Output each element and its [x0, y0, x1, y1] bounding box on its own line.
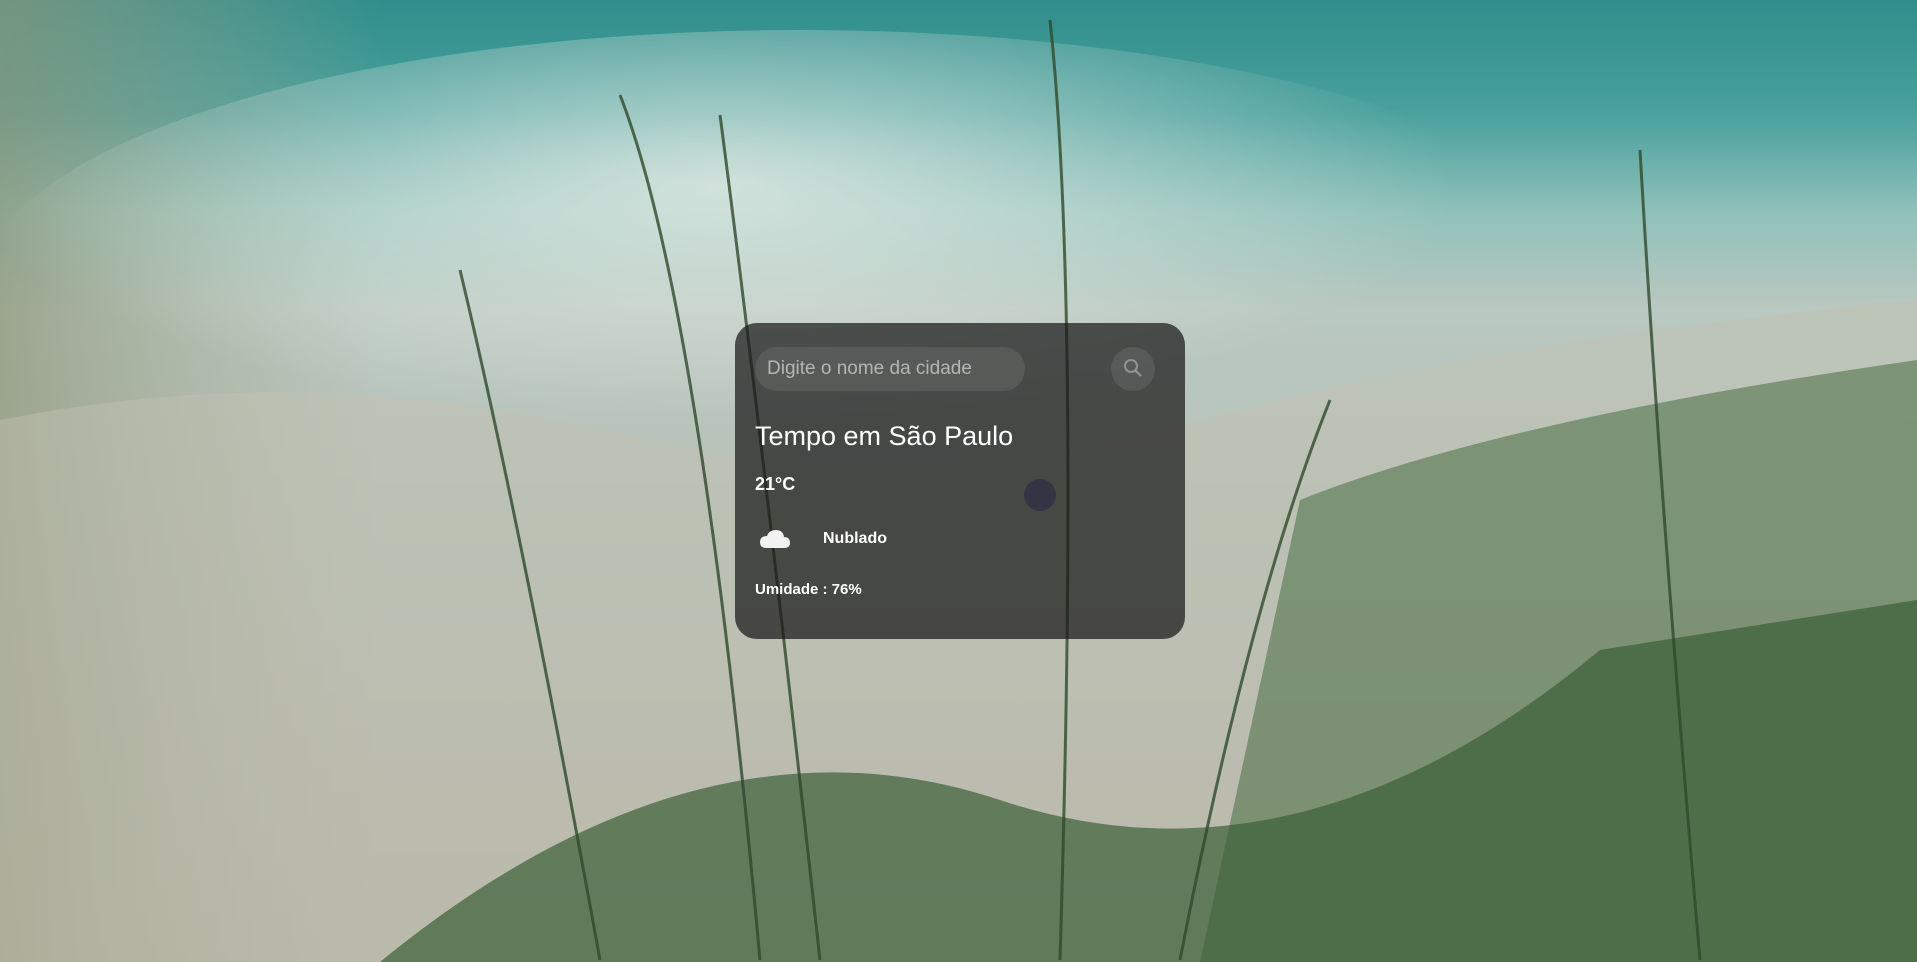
city-search-input[interactable] [755, 347, 1025, 391]
cloud-icon [755, 519, 795, 559]
search-button[interactable] [1111, 347, 1155, 391]
search-row [755, 347, 1165, 391]
search-icon [1123, 358, 1143, 381]
city-title: Tempo em São Paulo [755, 421, 1014, 451]
condition-text: Nublado [823, 530, 887, 547]
temperature: 21°C [755, 474, 796, 494]
condition-row: Nublado [755, 519, 1165, 559]
humidity: Umidade : 76% [755, 581, 862, 598]
weather-card: Tempo em São Paulo 21°C Nublado Umidade … [735, 323, 1185, 639]
